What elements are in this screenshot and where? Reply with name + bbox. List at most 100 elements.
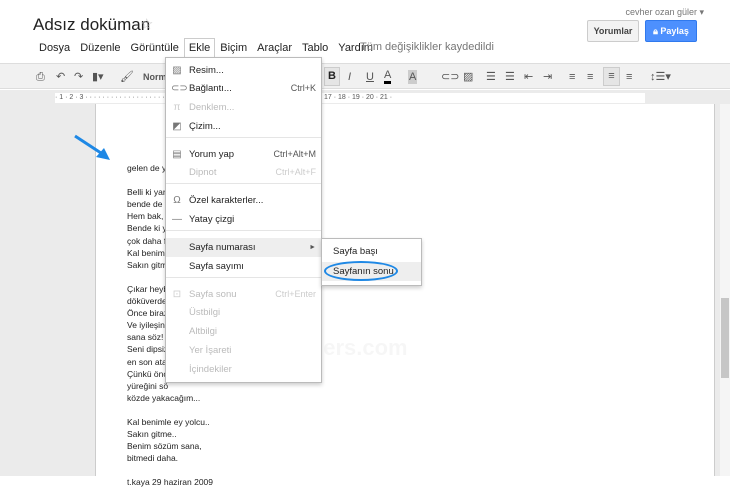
line-spacing-icon[interactable]: ↕☰▾ [650,70,671,84]
document-line: bitmedi daha. [127,453,179,464]
document-line: Sakın gitme.. [127,429,177,440]
menu-separator [166,183,321,184]
insert-menu: ▨ Resim... ⊂⊃ Bağlantı... Ctrl+K π Denklem... ◩… [165,57,322,383]
menu-separator [166,137,321,138]
highlight-color-button[interactable]: A [408,70,418,84]
share-label: Paylaş [660,26,689,36]
menubar: Dosya Düzenle Görüntüle Ekle Biçim Araçl… [34,38,378,57]
menu-item-label: İçindekiler [189,364,232,375]
text-color-button[interactable]: A [384,70,392,84]
menu-item-label: Yorum yap [189,149,235,160]
menu-insert[interactable]: Ekle [183,38,216,57]
menu-format[interactable]: Biçim [215,41,252,57]
style-select[interactable]: Norm [143,70,167,84]
scrollbar-thumb[interactable] [721,298,729,378]
document-line: Benim sözüm sana, [127,441,202,452]
format-painter-icon[interactable]: 🖌︎ [120,70,134,84]
undo-icon[interactable]: ↶ [56,70,65,84]
pi-icon: π [173,102,181,113]
menu-tools[interactable]: Araçlar [252,41,297,57]
arrow-annotation-icon [74,134,110,160]
menu-file[interactable]: Dosya [34,41,75,57]
underline-button[interactable]: U [366,70,374,84]
menu-item-sayfa-sayımı[interactable]: Sayfa sayımı [166,257,321,276]
menu-item-bağlantı[interactable]: ⊂⊃ Bağlantı... Ctrl+K [166,79,321,98]
bulleted-list-icon[interactable]: ☰ [505,70,515,84]
submenu-arrow-icon: ► [309,244,316,251]
menu-item-shortcut: Ctrl+Enter [275,289,316,299]
menu-item-label: Üstbilgi [189,307,221,318]
highlight-circle-annotation [324,261,398,281]
bold-button[interactable]: B [324,67,340,86]
align-center-icon[interactable]: ≡ [587,70,593,84]
link-icon[interactable]: ⊂⊃ [441,70,459,84]
menu-item-label: Altbilgi [189,326,217,337]
align-right-icon[interactable]: ≡ [603,67,620,86]
menu-item-denklem: π Denklem... [166,98,321,117]
print-icon[interactable]: ⎙ [36,70,45,84]
menu-item-label: Denklem... [189,102,235,113]
menu-item-çizim[interactable]: ◩ Çizim... [166,117,321,136]
image-icon[interactable]: ▨ [463,70,473,84]
numbered-list-icon[interactable]: ☰ [486,70,496,84]
menu-item-dipnot: Dipnot Ctrl+Alt+F [166,163,321,182]
menu-item-label: Resim... [189,65,224,76]
save-status: Tüm değişiklikler kaydedildi [360,41,494,53]
document-line: Kal benimle ey yolcu.. [127,416,210,427]
document-line: közde yakacağım... [127,392,201,403]
decrease-indent-icon[interactable]: ⇤ [524,70,533,84]
menu-item-özel-karakterler[interactable]: Ω Özel karakterler... [166,191,321,210]
menu-item-yorum-yap[interactable]: ▤ Yorum yap Ctrl+Alt+M [166,145,321,164]
menu-edit[interactable]: Düzenle [75,41,125,57]
menu-item-shortcut: Ctrl+Alt+M [273,149,316,159]
menu-item-shortcut: Ctrl+K [290,83,316,93]
menu-item-sayfa-numarası[interactable]: Sayfa numarası ► [166,238,321,257]
menu-item-üstbilgi: Üstbilgi [166,303,321,322]
menu-item-yer-i-şareti: Yer İşareti [166,341,321,360]
increase-indent-icon[interactable]: ⇥ [543,70,552,84]
image-icon: ▨ [172,65,182,76]
menu-item-shortcut: Ctrl+Alt+F [275,167,316,177]
menu-item-label: Yer İşareti [189,345,232,356]
user-menu[interactable]: cevher ozan güler ▾ [625,7,704,18]
italic-button[interactable]: I [348,70,351,84]
page-break-icon: ⊡ [172,289,182,300]
menu-table[interactable]: Tablo [297,41,333,57]
toolbar: ⎙ ↶ ↷ ▮▾ 🖌︎ Norm B I U A A ⊂⊃ ▨ ☰ ☰ ⇤ ⇥ … [0,63,730,89]
menu-separator [166,230,321,231]
menu-view[interactable]: Görüntüle [126,41,184,57]
menu-item-resim[interactable]: ▨ Resim... [166,61,321,80]
document-line: t.kaya 29 haziran 2009 [127,477,214,488]
link-icon: ⊂⊃ [171,83,188,94]
menu-item-label: Yatay çizgi [189,214,235,225]
submenu-item-top-of-page[interactable]: Sayfa başı [322,242,421,261]
redo-icon[interactable]: ↷ [74,70,83,84]
document-title[interactable]: Adsız doküman [33,15,150,35]
paint-format-icon[interactable]: ▮▾ [92,70,104,84]
horizontal-line-icon: — [172,214,182,225]
align-left-icon[interactable]: ≡ [569,70,575,84]
menu-item-label: Çizim... [189,121,221,132]
menu-item-label: Sayfa numarası [189,242,256,253]
menu-item-yatay-çizgi[interactable]: — Yatay çizgi [166,210,321,229]
comment-icon: ▤ [172,149,182,160]
scrollbar[interactable] [720,104,730,476]
share-button[interactable]: 🔒︎ Paylaş [645,20,697,42]
menu-item-label: Dipnot [189,167,217,178]
comments-button[interactable]: Yorumlar [587,20,639,42]
menu-item-i-çindekiler: İçindekiler [166,360,321,379]
justify-icon[interactable]: ≡ [626,70,632,84]
menu-item-altbilgi: Altbilgi [166,322,321,341]
drawing-icon: ◩ [172,121,182,132]
menu-item-label: Sayfa sonu [189,289,237,300]
menu-item-label: Sayfa sayımı [189,261,244,272]
ruler-scale[interactable]: · 1 · 2 · 3 · · · · · · · · · · · · · · … [55,93,645,103]
menu-item-sayfa-sonu: ⊡ Sayfa sonu Ctrl+Enter [166,285,321,304]
star-icon[interactable]: ☆ [140,15,153,33]
omega-icon: Ω [173,195,181,206]
menu-item-label: Özel karakterler... [189,195,264,206]
menu-item-label: Bağlantı... [189,83,232,94]
menu-separator [166,277,321,278]
